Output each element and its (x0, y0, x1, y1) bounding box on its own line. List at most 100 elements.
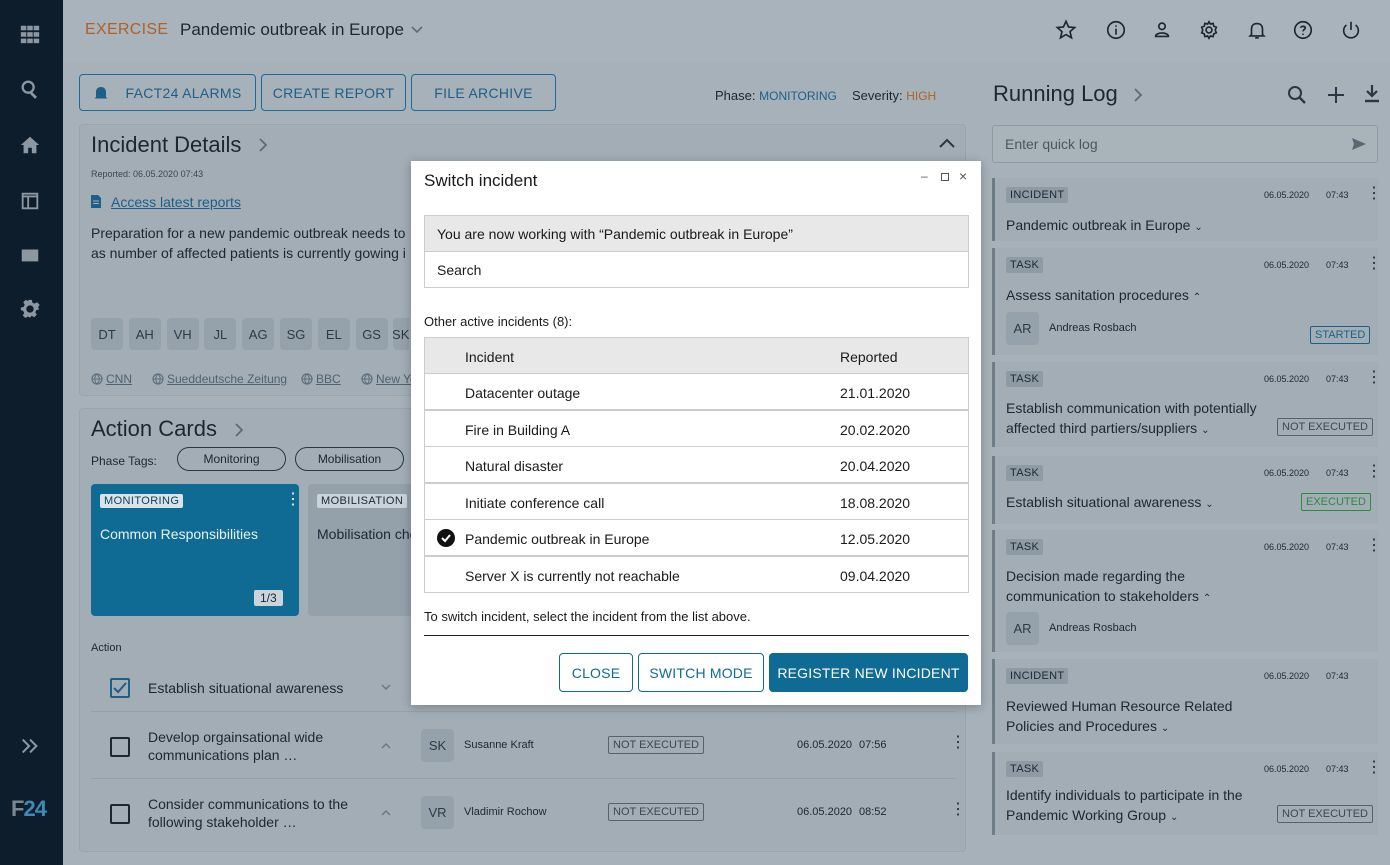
collapse-chevron-up-icon[interactable] (938, 137, 956, 149)
log-entry[interactable]: INCIDENT 06.05.2020 07:43 Reviewed Human… (992, 659, 1378, 744)
search-icon[interactable] (1287, 85, 1307, 105)
participant-chip[interactable]: DT (91, 318, 123, 350)
settings-gear-icon[interactable] (17, 296, 43, 322)
favorite-star-icon[interactable] (1055, 19, 1079, 43)
more-vert-icon[interactable]: ⋮ (1366, 186, 1382, 202)
dashboard-icon[interactable] (17, 188, 43, 214)
user-icon[interactable] (1151, 19, 1175, 43)
log-entry[interactable]: INCIDENT 06.05.2020 07:43 ⋮ Pandemic out… (992, 178, 1382, 241)
entry-title: Assess sanitation procedures ⌃ (1006, 285, 1286, 308)
fact24-alarms-label: FACT24 ALARMS (125, 84, 242, 101)
chevron-down-icon[interactable] (381, 684, 391, 691)
help-icon[interactable] (1292, 19, 1316, 43)
info-icon[interactable] (1105, 19, 1129, 43)
incident-row[interactable]: Datacenter outage 21.01.2020 (424, 373, 969, 410)
file-archive-button[interactable]: FILE ARCHIVE (411, 74, 556, 111)
minimize-icon[interactable]: – (921, 169, 928, 183)
close-button[interactable]: CLOSE (559, 653, 633, 692)
incident-selector[interactable]: Pandemic outbreak in Europe (180, 20, 424, 40)
news-source-link[interactable]: New Yo (361, 372, 417, 386)
incident-row[interactable]: Natural disaster 20.04.2020 (424, 446, 969, 484)
fact24-alarms-button[interactable]: FACT24 ALARMS (79, 74, 256, 111)
participant-chip[interactable]: EL (317, 318, 350, 350)
news-source-link[interactable]: CNN (91, 372, 132, 386)
news-source-link[interactable]: BBC (301, 372, 341, 386)
chevron-down-icon[interactable]: ⌄ (1205, 499, 1213, 510)
incident-row[interactable]: Pandemic outbreak in Europe 12.05.2020 (424, 519, 969, 557)
participant-chip[interactable]: VH (166, 318, 199, 350)
settings-icon[interactable] (1198, 19, 1222, 43)
log-entry[interactable]: TASK 06.05.2020 07:43 ⋮ Decision made re… (992, 530, 1382, 652)
more-vert-icon[interactable]: ⋮ (285, 492, 301, 508)
switch-mode-button[interactable]: SWITCH MODE (638, 653, 764, 692)
chevron-right-icon[interactable] (234, 422, 244, 438)
more-vert-icon[interactable]: ⋮ (1366, 760, 1382, 776)
action-checkbox[interactable] (110, 737, 130, 757)
chevron-down-icon[interactable]: ⌄ (1161, 723, 1169, 734)
send-icon[interactable] (1351, 137, 1367, 151)
expand-double-chevron-icon[interactable] (17, 733, 43, 759)
log-entry[interactable]: TASK 06.05.2020 07:43 ⋮ Identify individ… (992, 752, 1382, 835)
entry-time: 07:43 (1326, 764, 1349, 774)
window-icon[interactable] (17, 242, 43, 268)
more-vert-icon[interactable]: ⋮ (1366, 464, 1382, 480)
maximize-icon[interactable] (941, 173, 949, 181)
log-entry[interactable]: TASK 06.05.2020 07:43 ⋮ Establish commun… (992, 362, 1382, 447)
incident-row[interactable]: Server X is currently not reachable 09.04… (424, 556, 969, 593)
log-entry[interactable]: TASK 06.05.2020 07:43 ⋮ Assess sanitatio… (992, 248, 1382, 355)
participant-chip[interactable]: GS (355, 318, 388, 350)
entry-date: 06.05.2020 (1264, 542, 1310, 552)
create-report-button[interactable]: CREATE REPORT (261, 74, 406, 111)
more-vert-icon[interactable]: ⋮ (1366, 370, 1382, 386)
phase-tag-mobilisation[interactable]: Mobilisation (295, 447, 404, 471)
download-icon[interactable] (1364, 84, 1380, 104)
quick-log-input[interactable]: Enter quick log (992, 125, 1378, 163)
action-checkbox[interactable] (110, 804, 130, 824)
chevron-up-icon[interactable]: ⌃ (1203, 593, 1211, 604)
participant-chip[interactable]: AH (128, 318, 161, 350)
more-vert-icon[interactable]: ⋮ (950, 735, 966, 751)
apps-grid-icon[interactable] (17, 21, 43, 47)
chevron-up-icon[interactable] (381, 809, 391, 816)
participant-chip[interactable]: JL (204, 318, 237, 350)
incident-row[interactable]: Fire in Building A 20.02.2020 (424, 409, 969, 447)
more-vert-icon[interactable]: ⋮ (950, 802, 966, 818)
entry-title: Reviewed Human Resource Related Policies… (1006, 696, 1286, 739)
avatar: AR (1006, 312, 1039, 345)
description-line: as number of affected patients is curren… (91, 245, 406, 261)
incident-search-input[interactable]: Search (424, 251, 969, 288)
avatar: SK (421, 729, 454, 762)
chevron-down-icon[interactable]: ⌄ (1194, 222, 1202, 233)
action-card-monitoring[interactable]: MONITORING ⋮ Common Responsibilities 1/3 (91, 484, 301, 616)
chevron-up-icon[interactable]: ⌃ (1193, 292, 1201, 303)
add-icon[interactable] (1327, 86, 1345, 104)
log-entry[interactable]: TASK 06.05.2020 07:43 ⋮ Establish situat… (992, 456, 1382, 524)
chevron-right-icon[interactable] (258, 137, 268, 153)
chevron-down-icon[interactable]: ⌄ (1201, 425, 1209, 436)
chevron-down-icon[interactable]: ⌄ (1170, 812, 1178, 823)
power-logout-icon[interactable] (1340, 19, 1364, 43)
close-icon[interactable]: × (959, 168, 967, 184)
phase-tag-monitoring[interactable]: Monitoring (177, 447, 286, 471)
notifications-bell-icon[interactable] (1246, 19, 1270, 43)
more-vert-icon[interactable]: ⋮ (1366, 538, 1382, 554)
incident-reported-date: 18.08.2020 (840, 494, 911, 511)
news-source-link[interactable]: Sueddeutsche Zeitung (152, 372, 287, 386)
access-reports-link[interactable]: Access latest reports (111, 194, 241, 210)
participant-chip[interactable]: SK (393, 318, 410, 350)
register-new-incident-button[interactable]: REGISTER NEW INCIDENT (769, 653, 968, 692)
entry-date: 06.05.2020 (1264, 468, 1310, 478)
participant-chip[interactable]: AG (242, 318, 275, 350)
search-icon[interactable] (17, 76, 43, 102)
action-checkbox-checked[interactable] (110, 678, 130, 698)
action-card-mobilisation[interactable]: MOBILISATION Mobilisation che (308, 484, 412, 616)
chevron-right-icon[interactable] (1133, 87, 1143, 103)
home-icon[interactable] (17, 132, 43, 158)
participant-chip[interactable]: SG (280, 318, 312, 350)
more-vert-icon[interactable]: ⋮ (1366, 256, 1382, 272)
chevron-up-icon[interactable] (381, 742, 391, 749)
running-log-title: Running Log (993, 81, 1118, 106)
action-title-line: Consider communications to the (148, 796, 348, 812)
incident-row[interactable]: Initiate conference call 18.08.2020 (424, 482, 969, 520)
entry-title-line: Identify individuals to participate in t… (1006, 787, 1243, 803)
